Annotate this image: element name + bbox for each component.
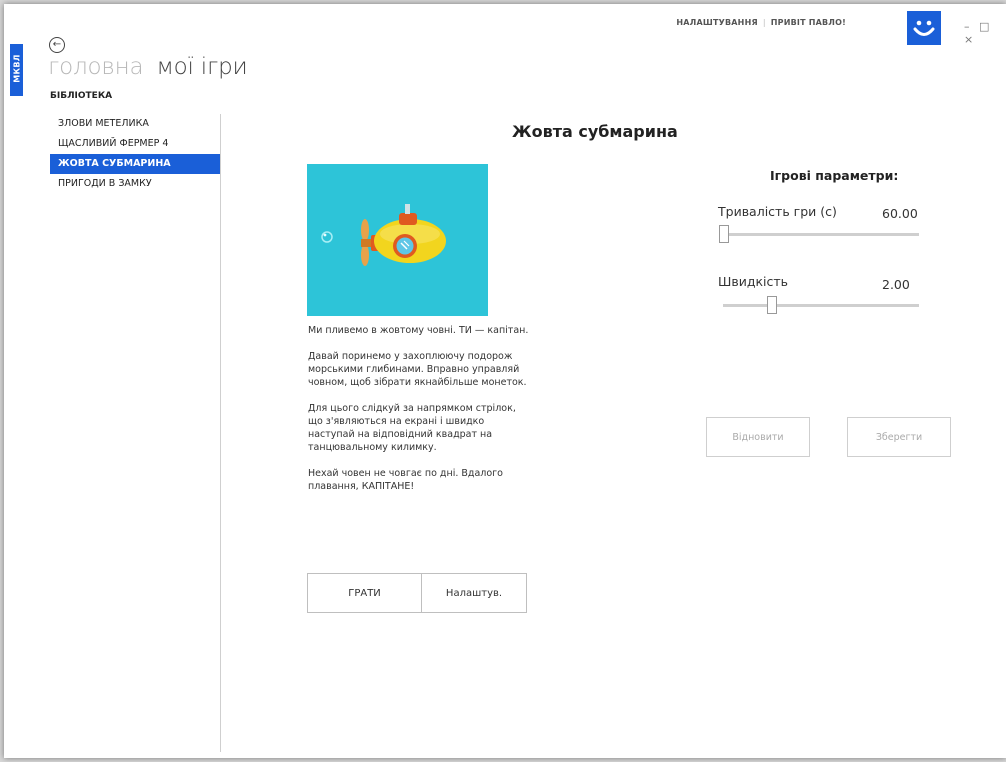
- top-bar: НАЛАШТУВАННЯ | ПРИВІТ ПАВЛО!: [676, 18, 846, 27]
- sidebar-item-butterfly[interactable]: ЗЛОВИ МЕТЕЛИКА: [50, 114, 220, 134]
- description-paragraph: Ми пливемо в жовтому човні. ТИ — капітан…: [308, 325, 529, 336]
- speed-slider-thumb[interactable]: [767, 296, 777, 314]
- duration-slider[interactable]: [723, 233, 919, 236]
- save-button[interactable]: Зберегти: [847, 417, 951, 457]
- game-title: Жовта субмарина: [512, 122, 678, 141]
- game-settings-button[interactable]: Налаштув.: [422, 573, 527, 613]
- side-tab-label: МКВЛ: [12, 54, 22, 83]
- sidebar: ЗЛОВИ МЕТЕЛИКА ЩАСЛИВИЙ ФЕРМЕР 4 ЖОВТА С…: [50, 114, 220, 194]
- smiley-icon: [913, 20, 935, 36]
- library-label: БІБЛІОТЕКА: [50, 91, 113, 101]
- description-paragraph: Нехай човен не човгає по дні. Вдалого пл…: [308, 468, 503, 492]
- speed-value: 2.00: [882, 277, 910, 292]
- window-controls[interactable]: – □ ×: [964, 20, 1006, 46]
- sidebar-divider: [220, 114, 221, 752]
- game-actions: ГРАТИ Налаштув.: [307, 573, 527, 613]
- back-arrow-icon: ←: [52, 39, 62, 50]
- side-tab[interactable]: МКВЛ: [10, 44, 23, 96]
- sidebar-item-castle[interactable]: ПРИГОДИ В ЗАМКУ: [50, 174, 220, 194]
- game-description: Ми пливемо в жовтому човні. ТИ — капітан…: [308, 324, 533, 506]
- back-button[interactable]: ←: [49, 37, 65, 53]
- params-title: Ігрові параметри:: [770, 168, 899, 183]
- description-paragraph: Давай поринемо у захоплюючу подорож морс…: [308, 351, 527, 388]
- greeting-text: ПРИВІТ ПАВЛО!: [770, 18, 846, 27]
- breadcrumb-home[interactable]: головна: [48, 54, 144, 80]
- speed-slider[interactable]: [723, 304, 919, 307]
- app-window: МКВЛ ← головна мої ігри БІБЛІОТЕКА НАЛАШ…: [4, 4, 1006, 758]
- game-cover-image: [307, 164, 488, 316]
- duration-value: 60.00: [882, 206, 918, 221]
- play-button[interactable]: ГРАТИ: [307, 573, 422, 613]
- breadcrumb: головна мої ігри: [48, 54, 248, 80]
- submarine-illustration: [321, 204, 446, 266]
- reset-button[interactable]: Відновити: [706, 417, 810, 457]
- duration-slider-thumb[interactable]: [719, 225, 729, 243]
- speed-label: Швидкість: [718, 274, 789, 289]
- app-logo: [907, 11, 941, 45]
- sidebar-item-farmer[interactable]: ЩАСЛИВИЙ ФЕРМЕР 4: [50, 134, 220, 154]
- sidebar-item-submarine[interactable]: ЖОВТА СУБМАРИНА: [50, 154, 220, 174]
- settings-link[interactable]: НАЛАШТУВАННЯ: [676, 18, 757, 27]
- duration-label: Тривалість гри (с): [718, 204, 837, 219]
- breadcrumb-current: мої ігри: [156, 54, 248, 80]
- description-paragraph: Для цього слідкуй за напрямком стрілок, …: [308, 403, 516, 453]
- top-bar-separator: |: [762, 18, 766, 27]
